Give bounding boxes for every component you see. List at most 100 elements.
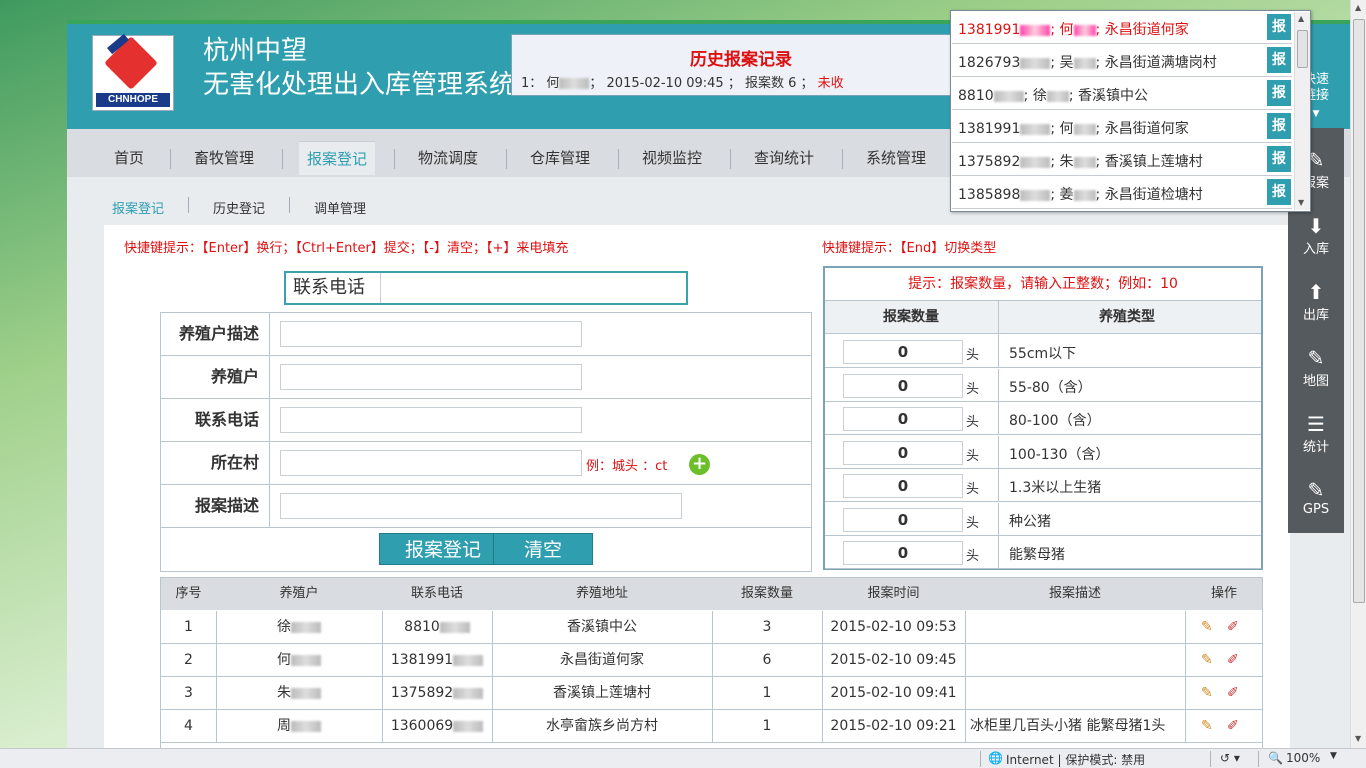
scroll-down-icon[interactable]: ▼ <box>1298 198 1304 207</box>
company-logo: CHNHOPE <box>92 33 174 111</box>
field-label: 报案描述 <box>161 485 270 527</box>
edit-pencil-icon[interactable]: ✎ <box>1201 611 1213 644</box>
sidebar-item[interactable]: ☰ 统计 <box>1288 408 1344 474</box>
report-button[interactable]: 报 <box>1267 80 1291 106</box>
cell-addr: 香溪镇上莲塘村 <box>553 685 651 701</box>
sidebar-item[interactable]: ✎ 地图 <box>1288 342 1344 408</box>
main-content: 快捷键提示：【Enter】换行；【Ctrl+Enter】提交；【-】清空；【+】… <box>104 225 1290 748</box>
report-button[interactable]: 报 <box>1267 14 1291 40</box>
caller-name: 徐 <box>1032 88 1047 104</box>
sidebar-item[interactable]: ⬆ 出库 <box>1288 276 1344 342</box>
redacted-text <box>559 78 590 89</box>
history-prefix: 1： 何 <box>521 76 560 91</box>
village-input[interactable] <box>280 450 582 476</box>
pig-type-label: 1.3米以上生猪 <box>1009 480 1102 496</box>
report-desc-input[interactable] <box>280 493 682 519</box>
sidebar-item[interactable]: ⬇ 入库 <box>1288 210 1344 276</box>
nav-system[interactable]: 系统管理 <box>858 141 934 175</box>
edit-pencil-icon[interactable]: ✎ <box>1201 677 1213 710</box>
scroll-down-icon[interactable]: ▼ <box>1355 734 1361 743</box>
list-col-ops: 操作 <box>1210 586 1237 601</box>
count-input[interactable]: 0 <box>843 340 963 364</box>
delete-icon[interactable]: ✐ <box>1227 677 1239 710</box>
report-button[interactable]: 报 <box>1267 146 1291 172</box>
cell-no: 2 <box>184 652 193 668</box>
list-col-farmer: 养殖户 <box>279 586 319 601</box>
subnav-history[interactable]: 历史登记 <box>213 198 265 217</box>
count-table: 提示：报案数量，请输入正整数；例如：10 报案数量 养殖类型 0 头 55cm以下 0… <box>823 266 1263 570</box>
caller-row[interactable]: 1375892; 朱; 香溪镇上莲塘村 报 <box>952 143 1292 176</box>
nav-warehouse[interactable]: 仓库管理 <box>522 141 598 175</box>
count-input[interactable]: 0 <box>843 440 963 465</box>
nav-home[interactable]: 首页 <box>106 141 152 175</box>
count-input[interactable]: 0 <box>843 474 963 498</box>
count-row: 0 头 能繁母猪 <box>825 536 1261 569</box>
sidebar-item[interactable]: ✎ GPS <box>1288 474 1344 540</box>
redacted-text <box>1073 57 1096 69</box>
caller-name: 何 <box>1059 121 1074 137</box>
caller-row[interactable]: 1381991; 何; 永昌街道何家 报 <box>952 11 1292 44</box>
window-scroll-thumb[interactable] <box>1353 19 1365 603</box>
phone-search-input[interactable] <box>382 275 682 301</box>
caller-row[interactable]: 1826793; 吴; 永昌街道满塘岗村 报 <box>952 44 1292 77</box>
nav-video[interactable]: 视频监控 <box>634 141 710 175</box>
zoom-level[interactable]: 100% <box>1286 751 1320 765</box>
caller-row[interactable]: 8810; 徐; 香溪镇中公 报 <box>952 77 1292 110</box>
report-button[interactable]: 报 <box>1267 47 1291 73</box>
cell-farmer: 朱 <box>216 677 382 710</box>
nav-query[interactable]: 查询统计 <box>746 141 822 175</box>
count-input[interactable]: 0 <box>843 373 963 398</box>
nav-logistics[interactable]: 物流调度 <box>410 141 486 175</box>
delete-icon[interactable]: ✐ <box>1227 644 1239 677</box>
cell-phone: 1375892 <box>382 677 492 710</box>
phone-search-box: 联系电话 <box>284 271 688 305</box>
zoom-icon[interactable]: 🔍 <box>1268 751 1283 765</box>
farmer-input[interactable] <box>280 364 582 390</box>
count-input[interactable]: 0 <box>843 507 963 532</box>
edit-pencil-icon[interactable]: ✎ <box>1201 710 1213 743</box>
caller-popup: 1381991; 何; 永昌街道何家报 1826793; 吴; 永昌街道满塘岗村报… <box>950 10 1311 212</box>
count-row: 0 头 55-80（含） <box>825 368 1261 402</box>
nav-livestock[interactable]: 畜牧管理 <box>186 141 262 175</box>
plus-icon[interactable]: + <box>689 454 710 475</box>
scroll-up-icon[interactable]: ▲ <box>1298 14 1304 23</box>
report-list: 序号 养殖户 联系电话 养殖地址 报案数量 报案时间 报案描述 操作 1 徐 881… <box>160 577 1263 748</box>
report-button[interactable]: 报 <box>1267 179 1291 205</box>
report-button[interactable]: 报 <box>1267 113 1291 139</box>
chevron-down-icon[interactable]: ▼ <box>1330 751 1337 761</box>
status-divider <box>1210 751 1211 767</box>
submit-report-button[interactable]: 报案登记 <box>379 533 507 565</box>
phone-input[interactable] <box>280 407 582 433</box>
caller-addr: 永昌街道检塘村 <box>1104 187 1203 203</box>
cell-divider <box>1185 644 1186 676</box>
safety-icon[interactable]: ↺ ▾ <box>1220 751 1240 765</box>
pig-type-label: 55cm以下 <box>1009 346 1077 362</box>
row-divider <box>998 502 999 536</box>
nav-report[interactable]: 报案登记 <box>299 141 376 175</box>
subnav-report[interactable]: 报案登记 <box>112 198 164 217</box>
list-col-time: 报案时间 <box>867 586 920 601</box>
phone-prefix: 1381991 <box>390 652 454 668</box>
edit-pencil-icon[interactable]: ✎ <box>1201 644 1213 677</box>
window-scrollbar[interactable]: ▲ ▼ <box>1350 0 1366 748</box>
count-unit: 头 <box>966 549 980 564</box>
clear-button[interactable]: 清空 <box>493 533 593 565</box>
caller-row[interactable]: 1381991; 何; 永昌街道何家 报 <box>952 110 1292 143</box>
nav-divider <box>618 149 619 169</box>
popup-scroll-thumb[interactable] <box>1297 30 1308 68</box>
cell-time: 2015-02-10 09:41 <box>830 685 957 701</box>
cell-time: 2015-02-10 09:53 <box>830 619 957 635</box>
delete-icon[interactable]: ✐ <box>1227 710 1239 743</box>
subnav-dispatch[interactable]: 调单管理 <box>314 198 366 217</box>
cell-divider <box>1185 677 1186 709</box>
caller-name: 朱 <box>1059 154 1074 170</box>
scroll-up-icon[interactable]: ▲ <box>1355 3 1361 12</box>
popup-scrollbar[interactable]: ▲ ▼ <box>1294 12 1310 210</box>
caller-row[interactable]: 1385898; 姜; 永昌街道检塘村 报 <box>952 176 1292 209</box>
count-input[interactable]: 0 <box>843 407 963 431</box>
farmer-desc-input[interactable] <box>280 321 582 347</box>
nav-divider <box>506 149 507 169</box>
history-detail: ； 2015-02-10 09:45 ； 报案数 6 ； <box>589 76 814 91</box>
delete-icon[interactable]: ✐ <box>1227 611 1239 644</box>
count-input[interactable]: 0 <box>843 541 963 565</box>
